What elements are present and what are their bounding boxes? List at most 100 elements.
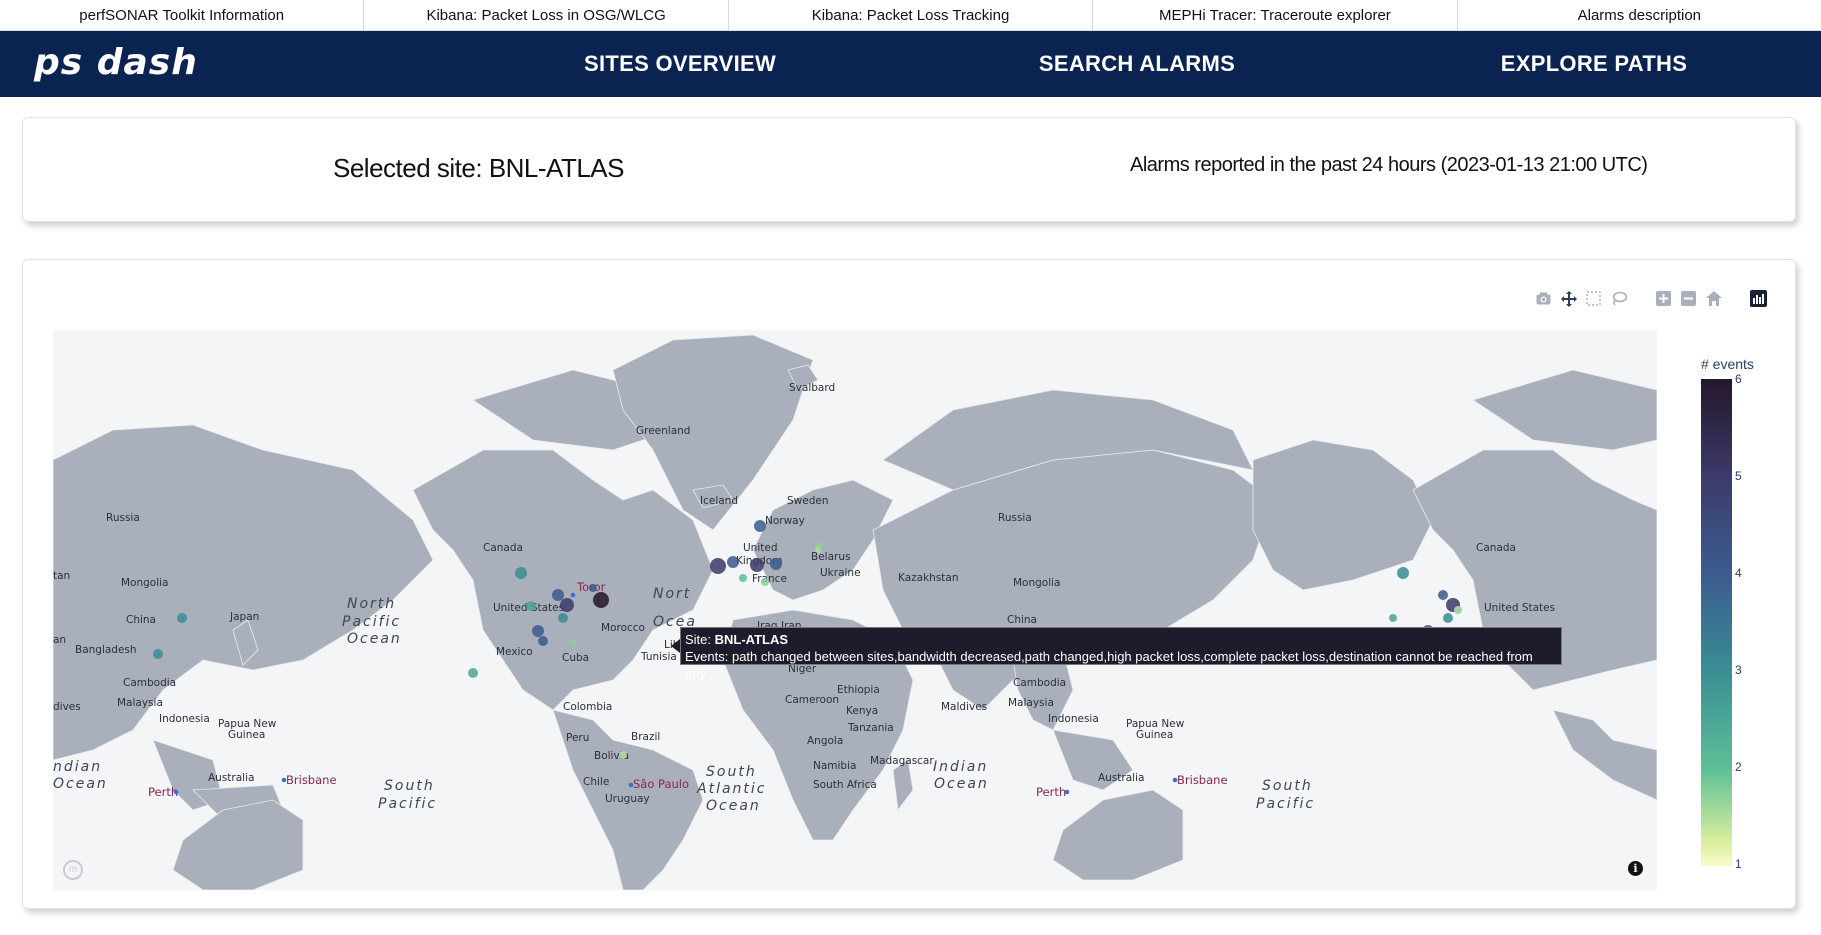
- svg-text:Svalbard: Svalbard: [789, 382, 835, 394]
- svg-text:Japan: Japan: [229, 611, 259, 623]
- svg-text:Mexico: Mexico: [496, 646, 533, 658]
- svg-text:Ocean: Ocean: [706, 798, 761, 814]
- map-card: Svalbard Greenland Iceland Sweden Norway…: [22, 259, 1796, 909]
- attribution-info-icon[interactable]: i: [1628, 861, 1643, 876]
- svg-text:Guinea: Guinea: [1136, 729, 1173, 741]
- svg-text:Pacific: Pacific: [378, 796, 437, 812]
- svg-text:Russia: Russia: [106, 512, 140, 524]
- lasso-icon[interactable]: [1610, 290, 1627, 307]
- svg-text:Cameroon: Cameroon: [785, 694, 839, 706]
- svg-text:Russia: Russia: [998, 512, 1032, 524]
- camera-icon[interactable]: [1535, 290, 1552, 307]
- colorbar-tick: 6: [1735, 372, 1742, 386]
- svg-text:France: France: [752, 573, 787, 585]
- svg-text:China: China: [126, 614, 156, 626]
- svg-text:Indian: Indian: [933, 759, 988, 775]
- svg-text:Norway: Norway: [765, 515, 805, 527]
- mapbox-logo-icon[interactable]: m: [63, 860, 83, 880]
- navbar: ps dash SITES OVERVIEW SEARCH ALARMS EXP…: [0, 31, 1821, 97]
- colorbar-tick: 3: [1735, 663, 1742, 677]
- svg-text:ndian: ndian: [53, 759, 102, 775]
- svg-text:South Africa: South Africa: [813, 779, 877, 791]
- svg-text:Brisbane: Brisbane: [286, 773, 337, 787]
- svg-text:Mongolia: Mongolia: [1013, 577, 1061, 589]
- svg-text:Malaysia: Malaysia: [1008, 697, 1054, 709]
- ps-dash-logo[interactable]: ps dash: [34, 45, 198, 81]
- svg-text:Indonesia: Indonesia: [1048, 713, 1099, 725]
- svg-text:dives: dives: [53, 701, 81, 713]
- svg-text:Chile: Chile: [583, 776, 609, 788]
- zoom-in-icon[interactable]: [1655, 290, 1672, 307]
- colorbar-tick: 2: [1735, 760, 1742, 774]
- svg-text:Cuba: Cuba: [562, 652, 589, 664]
- svg-text:South: South: [384, 778, 435, 794]
- svg-text:Pacific: Pacific: [342, 614, 401, 630]
- svg-text:China: China: [1007, 614, 1037, 626]
- svg-text:tan: tan: [53, 570, 70, 582]
- link-kibana-packet-loss-osg[interactable]: Kibana: Packet Loss in OSG/WLCG: [364, 0, 729, 30]
- svg-text:Ethiopia: Ethiopia: [837, 684, 880, 696]
- svg-text:Angola: Angola: [807, 735, 843, 747]
- colorbar-tick: 1: [1735, 857, 1742, 871]
- svg-text:Sweden: Sweden: [787, 495, 829, 507]
- svg-text:South: South: [706, 764, 757, 780]
- svg-text:Perth: Perth: [148, 785, 178, 799]
- svg-text:Peru: Peru: [566, 732, 589, 744]
- svg-text:Canada: Canada: [1476, 542, 1516, 554]
- world-map[interactable]: Svalbard Greenland Iceland Sweden Norway…: [53, 330, 1657, 890]
- svg-text:São Paulo: São Paulo: [633, 777, 689, 791]
- box-select-icon[interactable]: [1585, 290, 1602, 307]
- nav-sites-overview[interactable]: SITES OVERVIEW: [584, 31, 776, 97]
- tooltip-arrow: [671, 639, 680, 653]
- svg-text:Atlantic: Atlantic: [696, 781, 766, 797]
- svg-text:Malaysia: Malaysia: [117, 697, 163, 709]
- svg-text:Iceland: Iceland: [700, 495, 738, 507]
- colorbar-title: # events: [1701, 356, 1754, 372]
- site-tooltip: Site: BNL-ATLAS Events: path changed bet…: [680, 627, 1562, 681]
- nav-explore-paths[interactable]: EXPLORE PATHS: [1501, 31, 1687, 97]
- svg-text:Brazil: Brazil: [631, 731, 660, 743]
- plot-modebar: [1535, 290, 1767, 307]
- svg-text:Kazakhstan: Kazakhstan: [898, 572, 959, 584]
- tooltip-site-name: BNL-ATLAS: [714, 632, 789, 647]
- colorbar-tick: 4: [1735, 566, 1742, 580]
- selected-site-title: Selected site: BNL-ATLAS: [333, 153, 625, 183]
- home-icon[interactable]: [1705, 290, 1722, 307]
- svg-text:Belarus: Belarus: [811, 551, 850, 563]
- svg-text:Namibia: Namibia: [813, 760, 856, 772]
- svg-text:Bangladesh: Bangladesh: [75, 644, 137, 656]
- svg-text:Colombia: Colombia: [563, 701, 612, 713]
- colorbar-tick: 5: [1735, 469, 1742, 483]
- svg-text:Greenland: Greenland: [636, 425, 690, 437]
- nav-search-alarms[interactable]: SEARCH ALARMS: [1039, 31, 1235, 97]
- svg-text:Australia: Australia: [208, 772, 254, 784]
- plotly-logo-icon[interactable]: [1750, 290, 1767, 307]
- svg-text:Australia: Australia: [1098, 772, 1144, 784]
- svg-text:Ocean: Ocean: [53, 776, 108, 792]
- alarms-period-label: Alarms reported in the past 24 hours (20…: [1130, 154, 1648, 176]
- top-links-bar: perfSONAR Toolkit Information Kibana: Pa…: [0, 0, 1821, 31]
- svg-text:United: United: [743, 542, 778, 554]
- svg-text:Uruguay: Uruguay: [605, 793, 650, 805]
- link-mephi-tracer[interactable]: MEPHi Tracer: Traceroute explorer: [1093, 0, 1458, 30]
- link-kibana-packet-loss-tracking[interactable]: Kibana: Packet Loss Tracking: [729, 0, 1094, 30]
- svg-text:Indonesia: Indonesia: [159, 713, 210, 725]
- svg-text:Perth: Perth: [1036, 785, 1066, 799]
- svg-text:Kenya: Kenya: [846, 705, 878, 717]
- svg-text:Cambodia: Cambodia: [123, 677, 176, 689]
- svg-text:Maldives: Maldives: [941, 701, 987, 713]
- svg-text:an: an: [53, 634, 66, 646]
- svg-text:Morocco: Morocco: [601, 622, 645, 634]
- tooltip-events: Events: path changed between sites,bandw…: [685, 649, 1533, 681]
- svg-text:South: South: [1262, 778, 1313, 794]
- svg-text:Ocean: Ocean: [347, 631, 402, 647]
- svg-text:Tanzania: Tanzania: [847, 722, 894, 734]
- svg-text:Ocean: Ocean: [934, 776, 989, 792]
- zoom-out-icon[interactable]: [1680, 290, 1697, 307]
- link-alarms-description[interactable]: Alarms description: [1458, 0, 1821, 30]
- svg-text:Mongolia: Mongolia: [121, 577, 169, 589]
- link-perfsonar-toolkit[interactable]: perfSONAR Toolkit Information: [0, 0, 365, 30]
- colorbar: [1701, 379, 1732, 866]
- pan-icon[interactable]: [1560, 290, 1577, 307]
- svg-text:Ukraine: Ukraine: [820, 567, 861, 579]
